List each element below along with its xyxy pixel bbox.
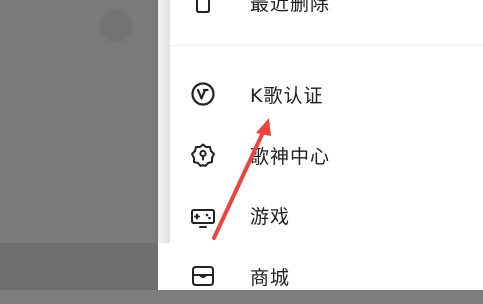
menu-item-shop[interactable]: 商城 [158,248,483,304]
menu-item-label: K歌认证 [250,84,324,107]
background-panel [0,243,170,290]
menu-item-song-god-center[interactable]: 歌神中心 [158,127,483,183]
shop-icon [190,263,216,289]
menu-item-label: 游戏 [250,205,291,228]
badge-gear-icon [190,142,216,168]
verified-v-icon [190,81,216,107]
trash-icon [190,0,216,15]
menu-item-k-song-certification[interactable]: K歌认证 [158,66,483,122]
menu-divider [170,45,483,46]
menu-item-label: 商城 [250,266,291,289]
menu-item-label: 歌神中心 [250,145,331,168]
menu-item-recently-deleted[interactable]: 最近删除 [158,0,483,30]
menu-item-games[interactable]: 游戏 [158,187,483,243]
background-avatar [100,10,132,42]
dimmed-backdrop[interactable] [0,0,170,290]
menu-item-label: 最近删除 [250,0,331,15]
gamepad-icon [190,202,216,228]
